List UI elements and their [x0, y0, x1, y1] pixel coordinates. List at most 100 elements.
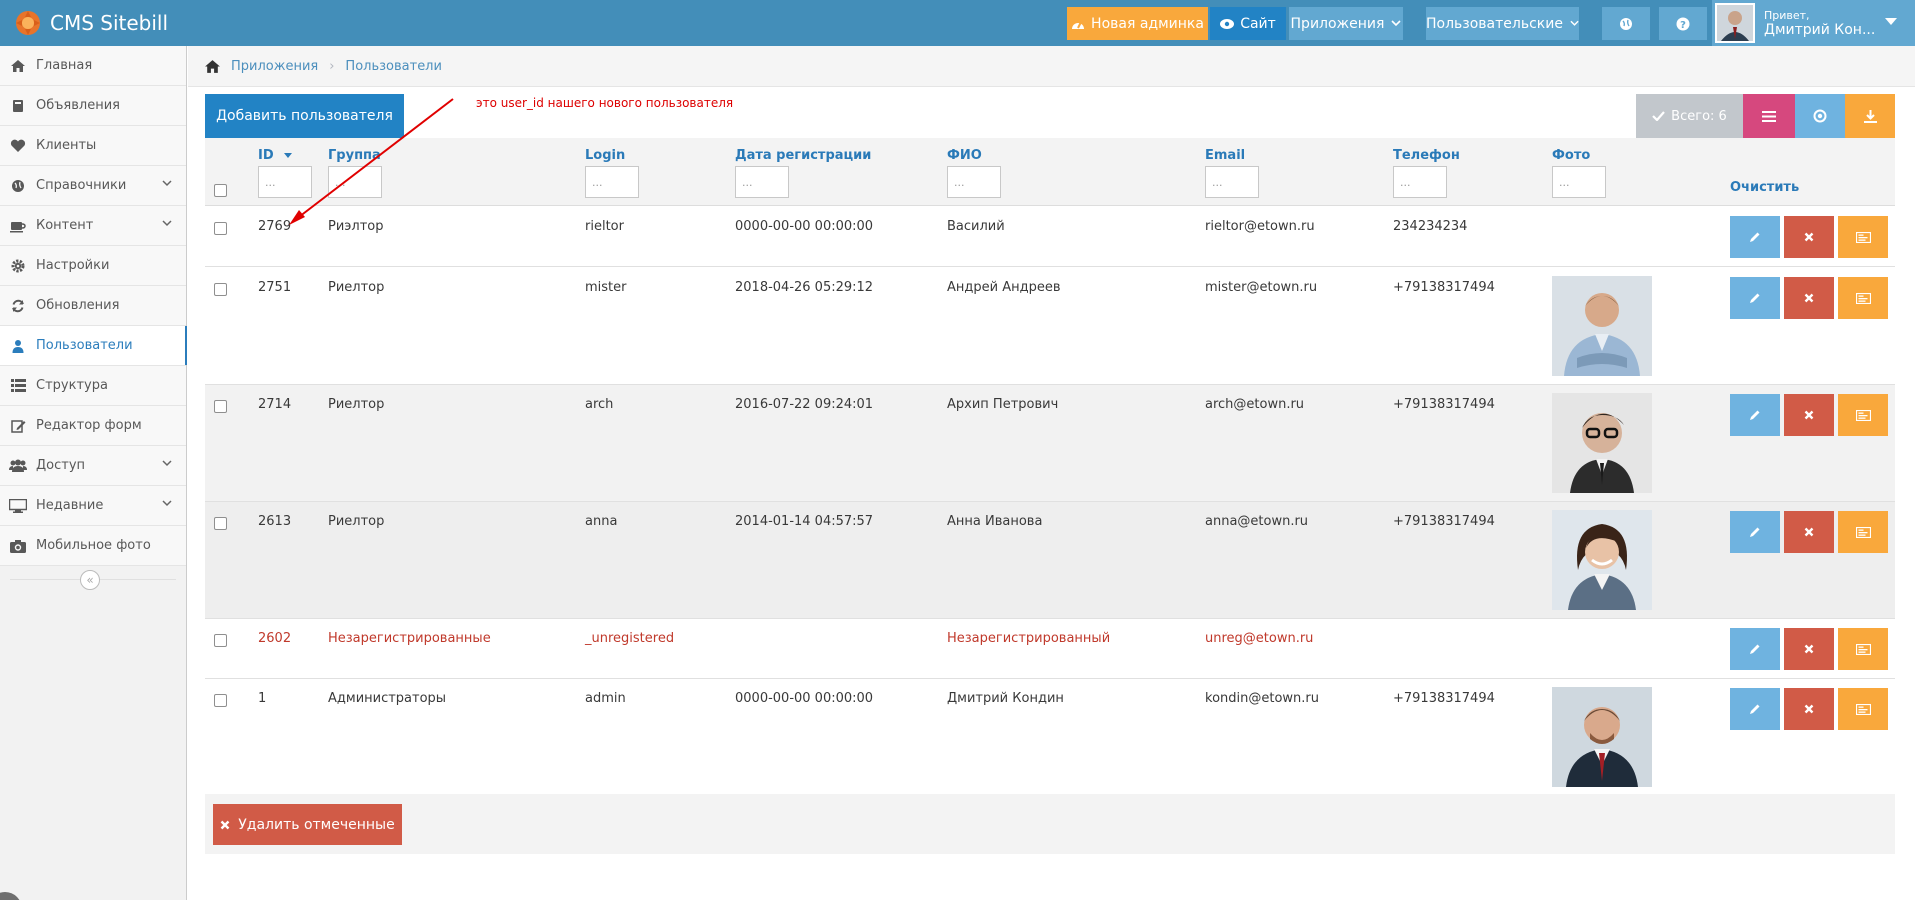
details-button[interactable]	[1838, 511, 1888, 553]
user-hello: Привет,	[1764, 9, 1810, 22]
edit-button[interactable]	[1730, 394, 1780, 436]
row-checkbox[interactable]	[214, 283, 227, 296]
sidebar-item-recent[interactable]: Недавние	[0, 486, 186, 526]
delete-button[interactable]	[1784, 394, 1834, 436]
column-header-email[interactable]: Email	[1205, 148, 1245, 163]
edit-button[interactable]	[1730, 511, 1780, 553]
sidebar-item-settings[interactable]: Настройки	[0, 246, 186, 286]
sidebar-item-label: Объявления	[36, 98, 120, 113]
delete-checked-button[interactable]: Удалить отмеченные	[213, 804, 402, 845]
row-checkbox[interactable]	[214, 634, 227, 647]
site-label: Сайт	[1240, 15, 1276, 32]
row-checkbox[interactable]	[214, 517, 227, 530]
list-alt-icon	[1855, 703, 1871, 715]
sidebar-item-mobile-photo[interactable]: Мобильное фото	[0, 526, 186, 566]
breadcrumb-apps[interactable]: Приложения	[231, 59, 318, 74]
delete-button[interactable]	[1784, 511, 1834, 553]
delete-button[interactable]	[1784, 216, 1834, 258]
globe-button[interactable]	[1602, 7, 1650, 40]
details-button[interactable]	[1838, 628, 1888, 670]
new-admin-label: Новая админка	[1091, 15, 1204, 32]
filter-login-input[interactable]: ...	[585, 166, 639, 198]
cell-email: arch@etown.ru	[1205, 397, 1305, 412]
details-button[interactable]	[1838, 688, 1888, 730]
sidebar-item-ads[interactable]: Объявления	[0, 86, 186, 126]
sidebar-item-home[interactable]: Главная	[0, 46, 186, 86]
delete-button[interactable]	[1784, 688, 1834, 730]
brand[interactable]: CMS Sitebill	[14, 0, 168, 46]
user-photo[interactable]	[1552, 510, 1652, 610]
filter-reg-date-input[interactable]: ...	[735, 166, 789, 198]
chevron-down-icon	[162, 180, 172, 187]
sidebar-item-structure[interactable]: Структура	[0, 366, 186, 406]
cell-phone: +79138317494	[1393, 397, 1495, 412]
details-button[interactable]	[1838, 277, 1888, 319]
row-checkbox[interactable]	[214, 400, 227, 413]
close-icon	[1804, 232, 1814, 242]
sidebar: Главная Объявления Клиенты Справочники К…	[0, 46, 187, 900]
column-header-login[interactable]: Login	[585, 148, 625, 163]
sidebar-item-clients[interactable]: Клиенты	[0, 126, 186, 166]
edit-button[interactable]	[1730, 628, 1780, 670]
user-menu-dropdown[interactable]: Пользовательские	[1426, 7, 1579, 40]
sidebar-item-users[interactable]: Пользователи	[0, 326, 187, 366]
column-header-reg-date[interactable]: Дата регистрации	[735, 148, 871, 163]
user-profile-menu[interactable]: Привет, Дмитрий Кон...	[1712, 0, 1915, 46]
cell-email: mister@etown.ru	[1205, 280, 1318, 295]
filter-fio-input[interactable]: ...	[947, 166, 1001, 198]
sidebar-item-label: Настройки	[36, 258, 110, 273]
double-chevron-left-icon[interactable]: «	[80, 570, 100, 590]
user-photo[interactable]	[1552, 687, 1652, 787]
details-button[interactable]	[1838, 216, 1888, 258]
cell-email: rieltor@etown.ru	[1205, 219, 1315, 234]
edit-button[interactable]	[1730, 216, 1780, 258]
new-admin-button[interactable]: Новая админка	[1067, 7, 1208, 40]
cell-fio: Дмитрий Кондин	[947, 691, 1064, 706]
scroll-top-button[interactable]	[0, 892, 22, 900]
table-row: 2613 Риелтор anna 2014-01-14 04:57:57 Ан…	[205, 502, 1895, 619]
cell-group: Риелтор	[328, 280, 385, 295]
column-header-fio[interactable]: ФИО	[947, 148, 982, 163]
cell-id: 2714	[258, 397, 292, 412]
home-icon[interactable]	[204, 59, 221, 74]
avatar	[1715, 3, 1755, 43]
edit-button[interactable]	[1730, 688, 1780, 730]
site-button[interactable]: Сайт	[1210, 7, 1286, 40]
row-checkbox[interactable]	[214, 694, 227, 707]
column-header-phone[interactable]: Телефон	[1393, 148, 1460, 163]
sidebar-item-content[interactable]: Контент	[0, 206, 186, 246]
select-all-checkbox[interactable]	[214, 184, 227, 197]
delete-button[interactable]	[1784, 628, 1834, 670]
filter-email-input[interactable]: ...	[1205, 166, 1259, 198]
sidebar-collapse: «	[0, 566, 186, 594]
list-view-button[interactable]	[1743, 94, 1795, 138]
delete-button[interactable]	[1784, 277, 1834, 319]
row-checkbox[interactable]	[214, 222, 227, 235]
sidebar-item-label: Обновления	[36, 298, 120, 313]
clear-filters-link[interactable]: Очистить	[1730, 180, 1799, 195]
table-row: 2714 Риелтор arch 2016-07-22 09:24:01 Ар…	[205, 385, 1895, 502]
apps-dropdown[interactable]: Приложения	[1289, 7, 1403, 40]
user-photo[interactable]	[1552, 393, 1652, 493]
download-button[interactable]	[1845, 94, 1895, 138]
column-header-photo[interactable]: Фото	[1552, 148, 1590, 163]
cell-email: unreg@etown.ru	[1205, 631, 1314, 646]
options-button[interactable]	[1795, 94, 1845, 138]
sidebar-item-directories[interactable]: Справочники	[0, 166, 186, 206]
help-button[interactable]: ?	[1659, 7, 1707, 40]
brand-title: CMS Sitebill	[50, 11, 169, 35]
sidebar-item-access[interactable]: Доступ	[0, 446, 186, 486]
pencil-icon	[1750, 527, 1760, 537]
sidebar-item-form-editor[interactable]: Редактор форм	[0, 406, 186, 446]
breadcrumb-separator: ›	[329, 58, 335, 74]
filter-phone-input[interactable]: ...	[1393, 166, 1447, 198]
breadcrumb-users[interactable]: Пользователи	[345, 59, 442, 74]
details-button[interactable]	[1838, 394, 1888, 436]
total-count-button[interactable]: Всего: 6	[1636, 94, 1743, 138]
filter-photo-input[interactable]: ...	[1552, 166, 1606, 198]
cell-id: 2751	[258, 280, 292, 295]
edit-button[interactable]	[1730, 277, 1780, 319]
pencil-icon	[1750, 704, 1760, 714]
sidebar-item-updates[interactable]: Обновления	[0, 286, 186, 326]
user-photo[interactable]	[1552, 276, 1652, 376]
